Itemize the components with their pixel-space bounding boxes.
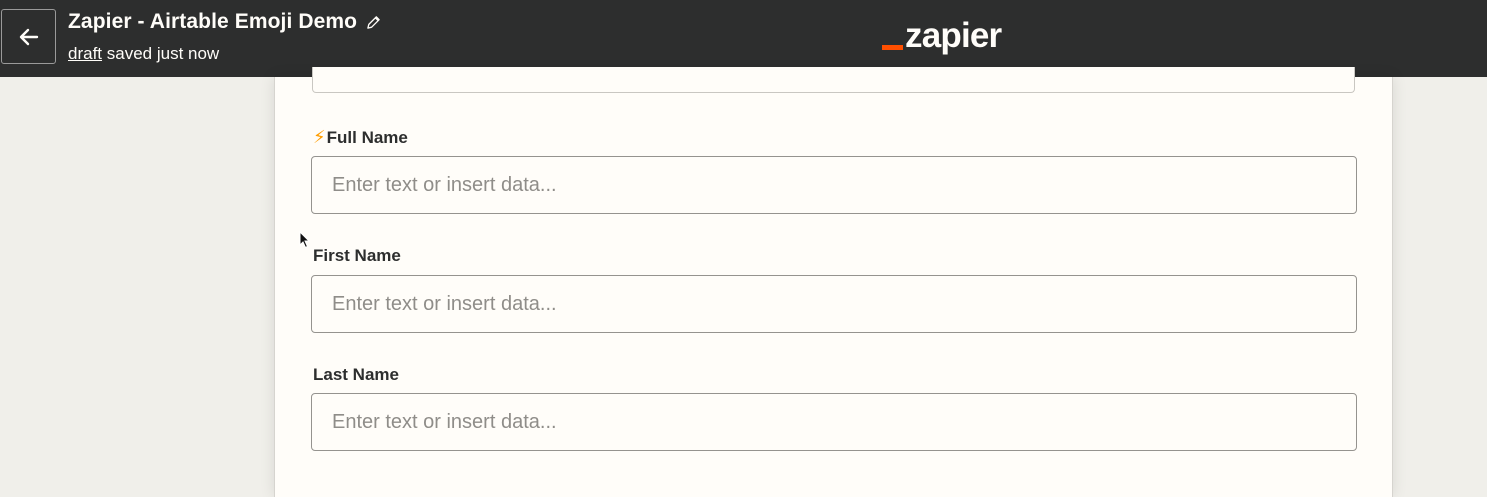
field-label-text: First Name bbox=[313, 246, 401, 265]
full-name-input[interactable] bbox=[311, 156, 1357, 214]
mouse-pointer-icon bbox=[299, 231, 311, 249]
pencil-icon[interactable] bbox=[366, 15, 381, 30]
arrow-left-icon bbox=[19, 28, 38, 45]
zapier-logo: zapier bbox=[882, 16, 1002, 56]
zap-title-row: Zapier - Airtable Emoji Demo bbox=[68, 10, 381, 34]
zap-title: Zapier - Airtable Emoji Demo bbox=[68, 10, 358, 33]
field-label-text: Full Name bbox=[326, 127, 408, 147]
lightning-bolt-icon: ⚡ bbox=[313, 127, 326, 147]
field-label-text: Last Name bbox=[313, 365, 399, 384]
logo-underscore bbox=[882, 45, 903, 50]
save-status: draft saved just now bbox=[68, 44, 219, 64]
draft-link[interactable]: draft bbox=[68, 44, 102, 63]
back-button[interactable] bbox=[1, 9, 56, 64]
field-label-first-name: First Name bbox=[313, 246, 401, 266]
first-name-input[interactable] bbox=[311, 275, 1357, 333]
save-status-text: saved just now bbox=[102, 44, 220, 63]
logo-text: zapier bbox=[905, 16, 1002, 55]
top-bar: Zapier - Airtable Emoji Demo draft saved… bbox=[0, 0, 1487, 77]
form-panel: ⚡ Full Name First Name Last Name bbox=[274, 67, 1393, 497]
last-name-input[interactable] bbox=[311, 393, 1357, 451]
field-label-last-name: Last Name bbox=[313, 365, 399, 385]
field-label-full-name: ⚡ Full Name bbox=[313, 127, 408, 148]
previous-field-input[interactable] bbox=[312, 67, 1355, 93]
